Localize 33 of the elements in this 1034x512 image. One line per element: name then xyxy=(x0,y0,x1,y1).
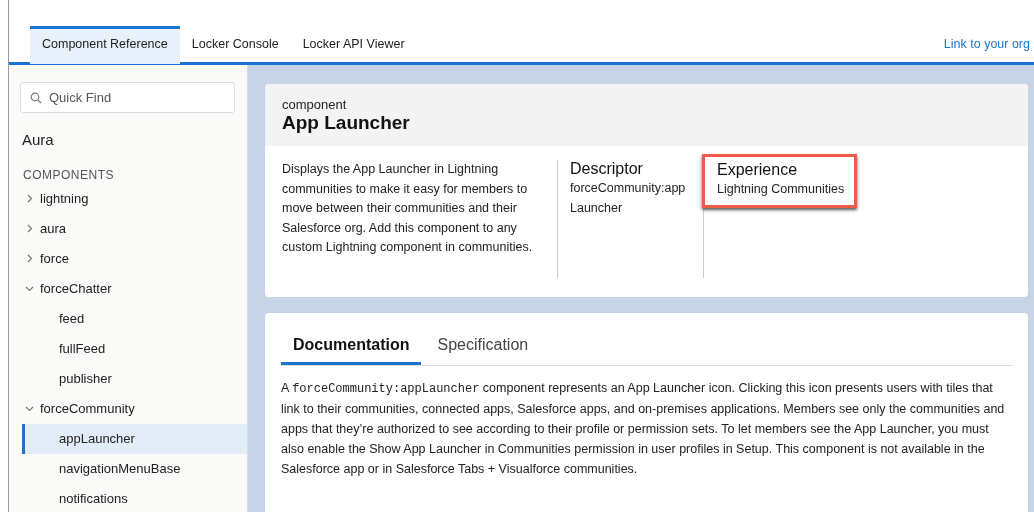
tree-item[interactable]: feed xyxy=(9,303,247,334)
nav-tab[interactable]: Locker API Viewer xyxy=(290,25,417,64)
field-value: Lightning Communities xyxy=(717,180,845,198)
nav-tab[interactable]: Locker Console xyxy=(179,25,291,64)
documentation-paragraph: A forceCommunity:appLauncher component represents an App Launcher icon. Clicking this icon presents users with tiles that link to their communities, connected apps, Salesforce apps, and on-premises applications. Members see only the communities and apps that they’re authorized to see according to their profile or permission sets. To let members see the App Launcher, you must also enable the Show App Launcher in Communities permission in user profiles in Setup. This component is not available in the Salesforce app or in Salesforce Tabs + Visualforce communities. xyxy=(281,380,1006,478)
field-label: Descriptor xyxy=(570,160,644,178)
chevron-right-icon xyxy=(25,194,34,203)
tree-item[interactable]: forceChatter xyxy=(9,273,247,304)
section-heading: COMPONENTS xyxy=(23,166,115,184)
tree-item[interactable]: lightning xyxy=(9,183,247,214)
tree-item[interactable]: publisher xyxy=(9,363,247,394)
field-value: forceCommunity:appLauncher xyxy=(570,179,687,217)
doc-tab[interactable]: Documentation xyxy=(281,325,422,365)
tree-item[interactable]: fullFeed xyxy=(9,333,247,364)
chevron-down-icon xyxy=(25,404,34,413)
chevron-right-icon xyxy=(25,224,34,233)
component-title: App Launcher xyxy=(282,112,411,136)
chevron-right-icon xyxy=(25,254,34,263)
component-description: Displays the App Launcher in Lightning communities to make it easy for members to move between their communities and their Salesforce org. Add this component to any custom Lightning component in communities. xyxy=(281,161,534,257)
org-link[interactable]: Link to your org xyxy=(943,35,1030,54)
tree-item[interactable]: notifications xyxy=(9,483,247,512)
tree-item[interactable]: forceCommunity xyxy=(9,393,247,424)
tree-item[interactable]: navigationMenuBase xyxy=(9,453,247,484)
field-label: Experience xyxy=(717,161,799,179)
doc-tab[interactable]: Specification xyxy=(425,325,541,365)
chevron-down-icon xyxy=(25,284,34,293)
tree-item[interactable]: force xyxy=(9,243,247,274)
tree-item[interactable]: aura xyxy=(9,213,247,244)
component-type-label: component xyxy=(282,98,348,113)
nav-tab[interactable]: Component Reference xyxy=(30,25,180,64)
search-field[interactable]: Quick Find xyxy=(20,82,235,113)
tree-item[interactable]: appLauncher xyxy=(22,423,247,454)
sidebar-heading: Aura xyxy=(22,130,55,150)
